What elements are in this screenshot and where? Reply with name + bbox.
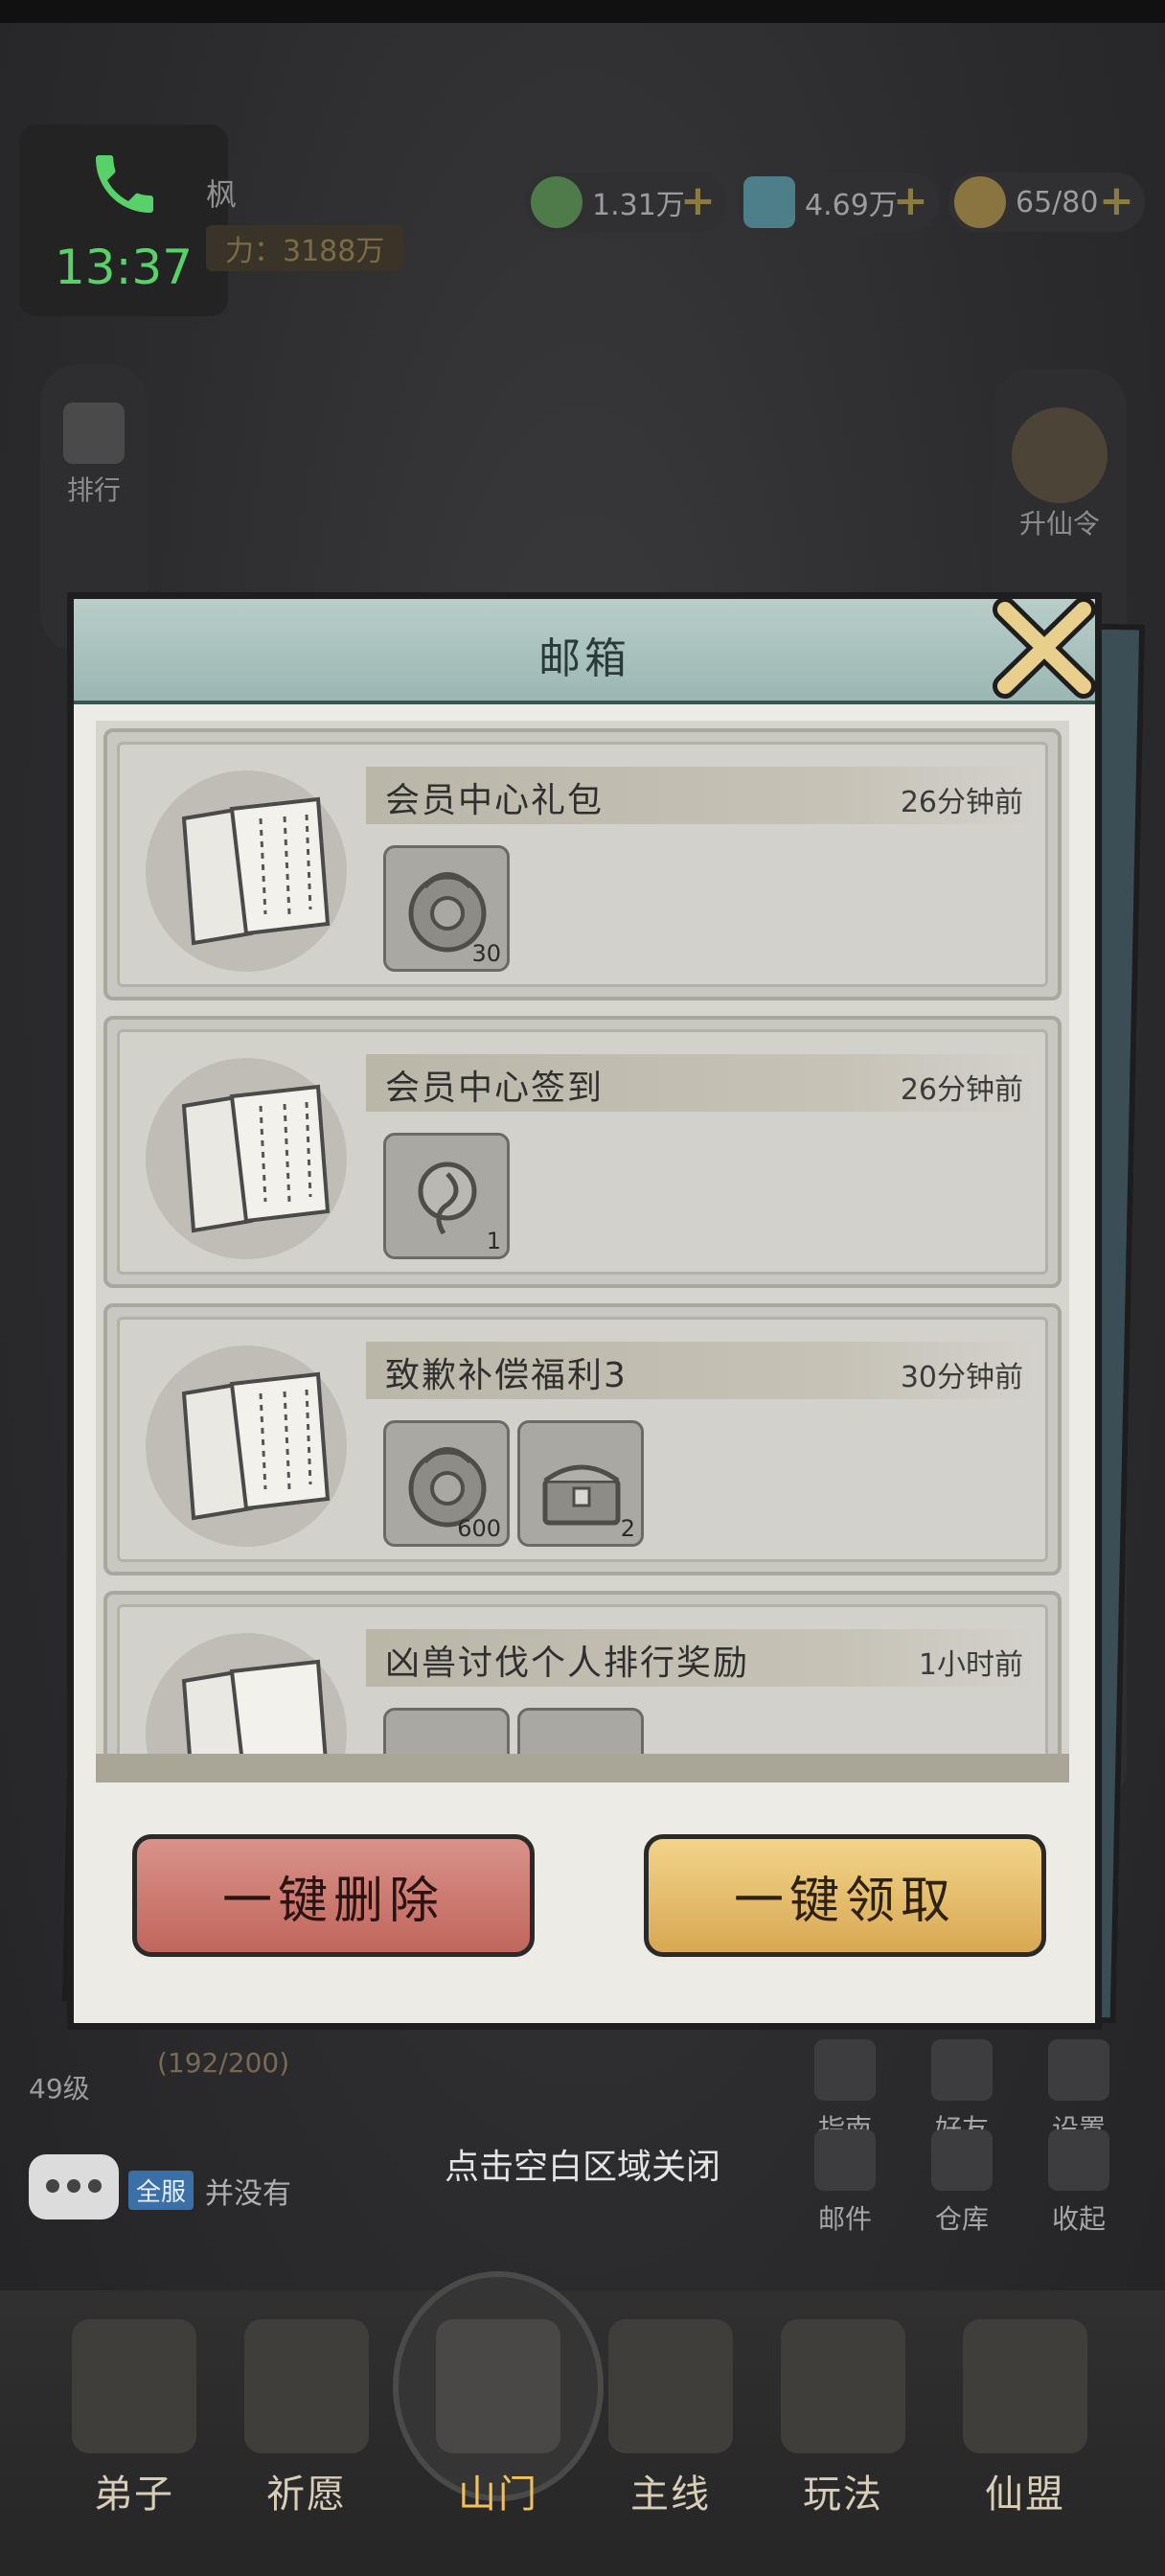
ongoing-call-chip[interactable]: 13:37 xyxy=(19,125,228,316)
chat-preview[interactable]: 并没有 xyxy=(205,2170,291,2212)
dialog-header: 邮箱 xyxy=(74,599,1095,704)
player-exp: (192/200) xyxy=(157,2047,290,2079)
gameplay-icon xyxy=(781,2319,905,2453)
mail-icon xyxy=(814,2129,876,2191)
attachment-qty: 1 xyxy=(486,1228,501,1254)
nav-label: 山门 xyxy=(458,2472,538,2517)
attachment-item[interactable]: 30 xyxy=(383,845,510,972)
grid-icon xyxy=(1048,2129,1109,2191)
delete-all-button[interactable]: 一键删除 xyxy=(132,1834,535,1957)
rank-icon[interactable] xyxy=(63,402,125,464)
mail-item[interactable]: 会员中心签到 26分钟前 1 xyxy=(103,1016,1062,1288)
phone-icon xyxy=(96,155,153,213)
attachment-qty: 600 xyxy=(457,1515,501,1542)
ascend-label[interactable]: 升仙令 xyxy=(993,503,1127,541)
mail-attachments: 1 xyxy=(383,1133,510,1259)
mail-button[interactable]: 邮件 xyxy=(797,2129,893,2237)
warehouse-label: 仓库 xyxy=(934,2203,989,2235)
mail-title: 凶兽讨伐个人排行奖励 xyxy=(385,1644,750,1683)
nav-gameplay[interactable]: 玩法 xyxy=(766,2319,920,2540)
mail-item[interactable]: 致歉补偿福利3 30分钟前 600 2 xyxy=(103,1303,1062,1576)
sect-gate-icon xyxy=(436,2319,560,2453)
attachment-item[interactable]: 2 xyxy=(517,1420,644,1547)
nav-main-quest[interactable]: 主线 xyxy=(594,2319,747,2540)
guide-icon xyxy=(814,2039,876,2101)
mail-time: 26分钟前 xyxy=(900,786,1023,819)
resource-spirit-stone[interactable]: 4.69万 + xyxy=(738,172,939,232)
quest-icon xyxy=(608,2319,733,2453)
spirit-stone-icon xyxy=(743,176,795,228)
mail-title: 致歉补偿福利3 xyxy=(385,1356,628,1395)
letter-icon xyxy=(181,1371,331,1521)
nav-wish[interactable]: 祈愿 xyxy=(230,2319,383,2540)
resource-value: 65/80 xyxy=(1016,185,1099,219)
nav-label: 弟子 xyxy=(94,2472,174,2517)
nav-label: 仙盟 xyxy=(985,2472,1065,2517)
nav-label: 祈愿 xyxy=(266,2472,347,2517)
claim-all-button[interactable]: 一键领取 xyxy=(644,1834,1046,1957)
attachment-qty: 2 xyxy=(620,1515,635,1542)
friends-icon xyxy=(931,2039,993,2101)
alliance-icon xyxy=(963,2319,1087,2453)
nav-disciples[interactable]: 弟子 xyxy=(57,2319,211,2540)
treasure-chest-icon xyxy=(542,1464,621,1526)
collapse-button[interactable]: 收起 xyxy=(1031,2129,1127,2237)
jade-coin-icon xyxy=(531,176,582,228)
mail-attachments: 600 2 xyxy=(383,1420,644,1547)
ascend-token-icon[interactable] xyxy=(1012,407,1108,503)
mail-title: 会员中心礼包 xyxy=(385,781,605,820)
status-bar xyxy=(0,0,1165,23)
nav-label: 玩法 xyxy=(803,2472,883,2517)
gear-icon xyxy=(1048,2039,1109,2101)
spirit-orb-icon xyxy=(418,1162,477,1235)
plus-icon[interactable]: + xyxy=(1099,180,1137,222)
warehouse-button[interactable]: 仓库 xyxy=(914,2129,1010,2237)
call-time: 13:37 xyxy=(54,240,194,295)
stamina-icon xyxy=(954,176,1006,228)
mail-title: 会员中心签到 xyxy=(385,1069,605,1108)
player-name: 枫 xyxy=(206,176,238,213)
resource-value: 4.69万 xyxy=(805,189,898,222)
warehouse-icon xyxy=(931,2129,993,2191)
attachment-item[interactable]: 1 xyxy=(383,1133,510,1259)
scroll-icon xyxy=(244,2319,369,2453)
close-icon[interactable] xyxy=(992,596,1097,700)
nav-label: 主线 xyxy=(630,2472,711,2517)
letter-icon xyxy=(181,1084,331,1233)
dialog-title: 邮箱 xyxy=(538,634,630,683)
nav-sect[interactable]: 山门 xyxy=(422,2319,575,2540)
attachment-item[interactable]: 600 xyxy=(383,1420,510,1547)
mail-list-footer xyxy=(96,1754,1069,1782)
chat-dot xyxy=(67,2179,80,2193)
plus-icon[interactable]: + xyxy=(680,180,719,222)
player-power: 力：3188万 xyxy=(206,225,404,271)
mail-time: 1小时前 xyxy=(918,1648,1023,1682)
chat-channel-tag: 全服 xyxy=(128,2171,194,2210)
resource-jade-coin[interactable]: 1.31万 + xyxy=(525,172,726,232)
resource-stamina[interactable]: 65/80 + xyxy=(948,172,1145,232)
rank-label[interactable]: 排行 xyxy=(40,470,148,508)
resource-value: 1.31万 xyxy=(592,189,685,222)
attachment-qty: 30 xyxy=(471,940,501,967)
letter-icon xyxy=(181,796,331,946)
chat-icon[interactable] xyxy=(29,2154,119,2220)
mail-attachments: 30 xyxy=(383,845,510,972)
disciple-icon xyxy=(72,2319,196,2453)
chat-dot xyxy=(88,2179,102,2193)
mail-time: 26分钟前 xyxy=(900,1073,1023,1107)
mail-time: 30分钟前 xyxy=(900,1361,1023,1394)
mail-label: 邮件 xyxy=(817,2203,872,2235)
mail-item[interactable]: 凶兽讨伐个人排行奖励 1小时前 xyxy=(103,1591,1062,1781)
chat-dot xyxy=(46,2179,59,2193)
mail-item[interactable]: 会员中心礼包 26分钟前 30 xyxy=(103,728,1062,1000)
mail-list[interactable]: 会员中心礼包 26分钟前 30 会员中心签到 26分钟前 1 致歉补偿福利3 3… xyxy=(96,721,1069,1781)
collapse-label: 收起 xyxy=(1051,2203,1106,2235)
plus-icon[interactable]: + xyxy=(893,180,931,222)
player-level: 49级 xyxy=(29,2073,90,2104)
nav-alliance[interactable]: 仙盟 xyxy=(948,2319,1102,2540)
